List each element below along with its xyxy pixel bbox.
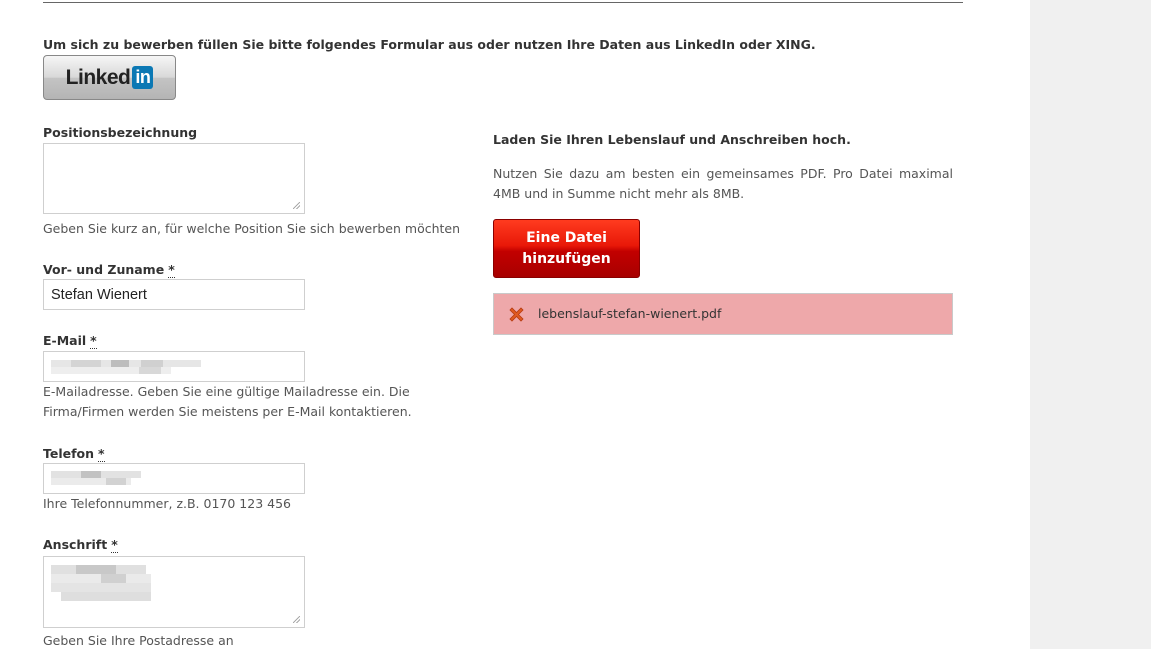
resize-handle[interactable]	[293, 616, 300, 623]
resize-handle[interactable]	[293, 202, 300, 209]
phone-label: Telefon *	[43, 446, 105, 462]
remove-x-icon[interactable]	[507, 305, 526, 324]
address-help: Geben Sie Ihre Postadresse an	[43, 633, 234, 648]
name-label: Vor- und Zuname *	[43, 262, 175, 278]
linkedin-logo: Linked in	[66, 66, 154, 90]
name-input-value: Stefan Wienert	[51, 287, 147, 303]
file-name: lebenslauf-stefan-wienert.pdf	[538, 306, 722, 321]
upload-heading: Laden Sie Ihren Lebenslauf und Anschreib…	[493, 132, 851, 147]
redacted-value	[51, 360, 201, 374]
right-page-gutter	[1030, 0, 1151, 649]
linkedin-import-button[interactable]: Linked in	[43, 55, 176, 100]
redacted-value	[51, 471, 141, 485]
email-input[interactable]	[43, 351, 305, 382]
intro-text: Um sich zu bewerben füllen Sie bitte fol…	[43, 37, 816, 52]
position-textarea[interactable]	[43, 143, 305, 214]
position-help: Geben Sie kurz an, für welche Position S…	[43, 221, 461, 236]
name-input[interactable]: Stefan Wienert	[43, 279, 305, 310]
divider	[43, 2, 963, 3]
phone-input[interactable]	[43, 463, 305, 494]
address-label: Anschrift *	[43, 537, 118, 553]
redacted-value	[51, 565, 151, 601]
email-label: E-Mail *	[43, 333, 97, 349]
email-help: E-Mailadresse. Geben Sie eine gültige Ma…	[43, 384, 412, 419]
position-label: Positionsbezeichnung	[43, 125, 198, 140]
upload-description: Nutzen Sie dazu am besten ein gemeinsame…	[493, 166, 953, 201]
uploaded-file-item: lebenslauf-stefan-wienert.pdf	[493, 293, 953, 335]
phone-help: Ihre Telefonnummer, z.B. 0170 123 456	[43, 496, 291, 511]
add-file-button[interactable]: Eine Datei hinzufügen	[493, 219, 640, 278]
address-textarea[interactable]	[43, 556, 305, 628]
